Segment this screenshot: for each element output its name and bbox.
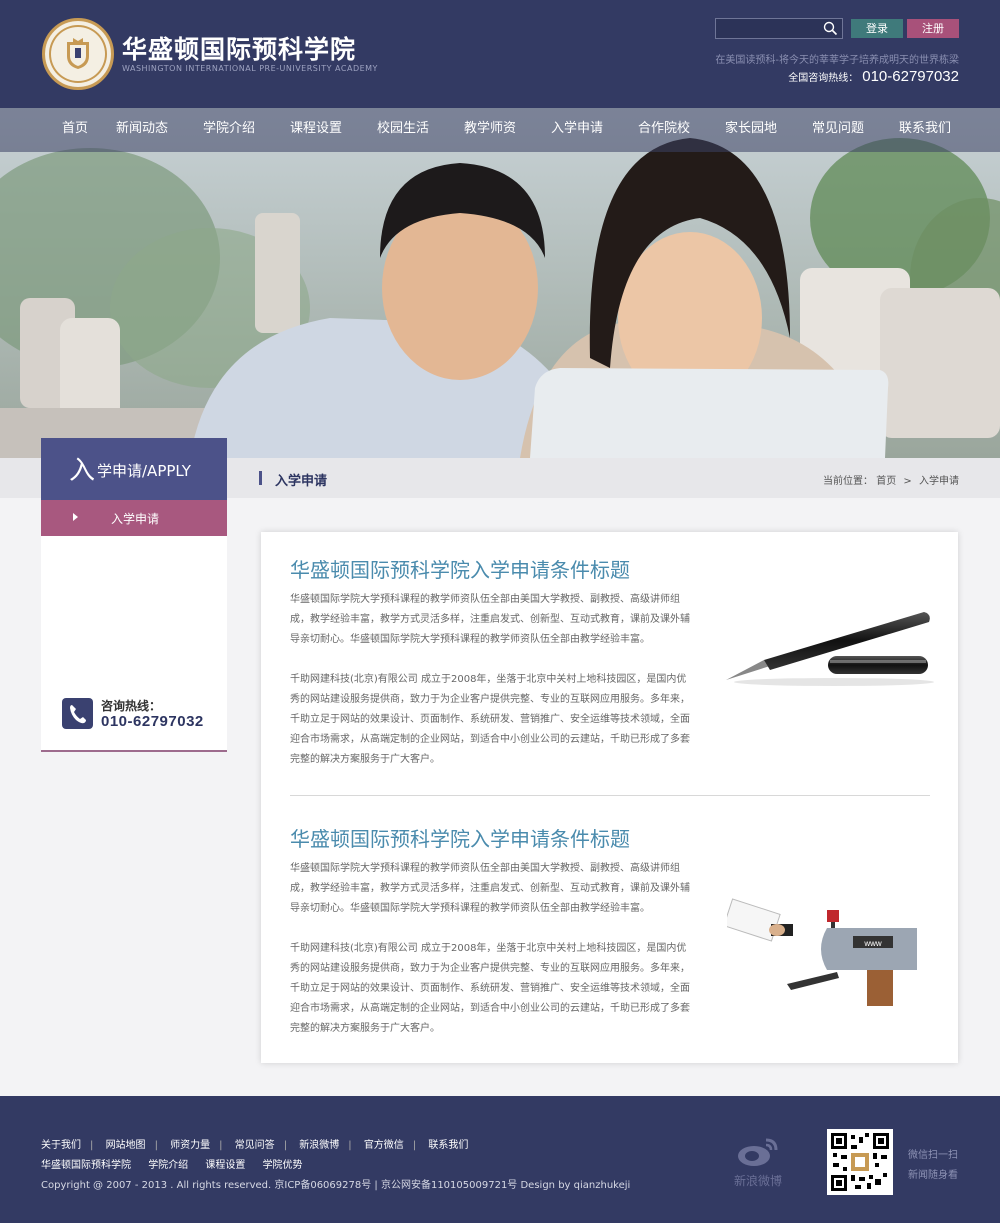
- breadcrumb: 当前位置： 首页 > 入学申请: [823, 472, 959, 487]
- sidebar-item-label: 入学申请: [111, 512, 160, 526]
- search-icon[interactable]: [823, 21, 838, 36]
- school-crest-icon[interactable]: [42, 18, 114, 90]
- sidebar: 入学申请 咨询热线： 010-62797032: [41, 500, 227, 752]
- arrow-right-icon: [73, 513, 78, 521]
- footer-link[interactable]: 联系我们: [428, 1136, 468, 1151]
- nav-item-news[interactable]: 新闻动态: [116, 108, 168, 152]
- svg-text:www: www: [863, 939, 882, 948]
- title-marker: [259, 471, 262, 485]
- nav-item-apply[interactable]: 入学申请: [551, 108, 603, 152]
- weibo-label: 新浪微博: [733, 1174, 782, 1188]
- login-button[interactable]: 登录: [851, 19, 903, 38]
- qr-code: [827, 1129, 893, 1195]
- footer-link[interactable]: 学院优势: [263, 1160, 303, 1171]
- footer-link[interactable]: 华盛顿国际预科学院: [41, 1160, 131, 1171]
- hotline: 全国咨询热线： 010-62797032: [788, 68, 959, 85]
- footer-link[interactable]: 师资力量: [170, 1136, 210, 1151]
- pen-image: [726, 612, 934, 686]
- school-name-en: WASHINGTON INTERNATIONAL PRE-UNIVERSITY …: [122, 64, 378, 73]
- hotline-number: 010-62797032: [862, 68, 959, 85]
- article-paragraph: 华盛顿国际学院大学预科课程的教学师资队伍全部由美国大学教授、副教授、高级讲师组成…: [290, 863, 690, 914]
- hero-banner: 首页 新闻动态 学院介绍 课程设置 校园生活 教学师资 入学申请 合作院校 家长…: [0, 108, 1000, 458]
- footer-links-secondary: 华盛顿国际预科学院 学院介绍 课程设置 学院优势: [41, 1156, 317, 1171]
- nav-item-courses[interactable]: 课程设置: [290, 108, 342, 152]
- school-name[interactable]: 华盛顿国际预科学院: [122, 30, 356, 66]
- qr-caption-line: 微信扫一扫: [908, 1150, 958, 1161]
- footer-link[interactable]: 学院介绍: [148, 1160, 188, 1171]
- sidebar-heading: 入 学申请/APPLY: [41, 438, 227, 500]
- footer-link[interactable]: 网站地图: [106, 1136, 146, 1151]
- footer-links: 关于我们 | 网站地图 | 师资力量 | 常见问答 | 新浪微博 | 官方微信 | 联系我们: [41, 1136, 468, 1151]
- sidebar-item-apply[interactable]: 入学申请: [41, 500, 227, 536]
- divider: [290, 795, 930, 796]
- copyright: Copyright @ 2007 - 2013 . All rights res…: [41, 1180, 631, 1191]
- footer-link[interactable]: 课程设置: [205, 1160, 245, 1171]
- breadcrumb-sep: >: [903, 476, 912, 487]
- sidebar-heading-big: 入: [69, 456, 96, 486]
- qr-caption-line: 新闻随身看: [908, 1170, 958, 1181]
- register-button[interactable]: 注册: [907, 19, 959, 38]
- nav-item-about[interactable]: 学院介绍: [203, 108, 255, 152]
- sidebar-heading-rest: 学申请/APPLY: [97, 462, 191, 480]
- nav-item-parents[interactable]: 家长园地: [725, 108, 777, 152]
- consult-label: 咨询热线：: [101, 699, 162, 713]
- slogan: 在美国读预科-将今天的莘莘学子培养成明天的世界栋梁: [715, 55, 959, 66]
- footer-link[interactable]: 常见问答: [235, 1136, 275, 1151]
- article-paragraph: 千助网建科技(北京)有限公司 成立于2008年，坐落于北京中关村上地科技园区，是…: [290, 943, 690, 1034]
- site-header: 华盛顿国际预科学院 WASHINGTON INTERNATIONAL PRE-U…: [0, 0, 1000, 108]
- site-footer: 关于我们 | 网站地图 | 师资力量 | 常见问答 | 新浪微博 | 官方微信 | 联系我们…: [0, 1096, 1000, 1223]
- footer-link[interactable]: 关于我们: [41, 1136, 81, 1151]
- weibo-link[interactable]: 新浪微博: [728, 1136, 788, 1192]
- page-title: 入学申请: [275, 474, 328, 489]
- nav-item-partners[interactable]: 合作院校: [638, 108, 690, 152]
- breadcrumb-prefix: 当前位置：: [823, 476, 874, 487]
- banner-photo: [0, 108, 1000, 458]
- article-title[interactable]: 华盛顿国际预科学院入学申请条件标题: [290, 554, 630, 583]
- weibo-icon: [738, 1138, 778, 1166]
- consult-number: 010-62797032: [101, 713, 204, 730]
- nav-item-campus[interactable]: 校园生活: [377, 108, 429, 152]
- breadcrumb-home[interactable]: 首页: [876, 476, 896, 487]
- hotline-label: 全国咨询热线：: [788, 73, 859, 84]
- breadcrumb-current[interactable]: 入学申请: [919, 476, 959, 487]
- main-nav: 首页 新闻动态 学院介绍 课程设置 校园生活 教学师资 入学申请 合作院校 家长…: [0, 108, 1000, 152]
- mailbox-image: www: [727, 898, 917, 1006]
- nav-item-faq[interactable]: 常见问题: [812, 108, 864, 152]
- breadcrumb-band: 入学申请 当前位置： 首页 > 入学申请: [227, 458, 1000, 498]
- article-paragraph: 千助网建科技(北京)有限公司 成立于2008年，坐落于北京中关村上地科技园区，是…: [290, 674, 690, 765]
- qr-caption: 微信扫一扫 新闻随身看: [908, 1146, 958, 1186]
- footer-link[interactable]: 官方微信: [364, 1136, 404, 1151]
- article-paragraph: 华盛顿国际学院大学预科课程的教学师资队伍全部由美国大学教授、副教授、高级讲师组成…: [290, 594, 690, 645]
- content-card: 华盛顿国际预科学院入学申请条件标题 华盛顿国际学院大学预科课程的教学师资队伍全部…: [261, 532, 958, 1063]
- band-left: [0, 458, 41, 498]
- footer-link[interactable]: 新浪微博: [299, 1136, 339, 1151]
- phone-icon: [62, 698, 93, 729]
- nav-item-contact[interactable]: 联系我们: [899, 108, 951, 152]
- search-input[interactable]: [715, 18, 843, 39]
- nav-item-home[interactable]: 首页: [62, 108, 88, 152]
- nav-item-faculty[interactable]: 教学师资: [464, 108, 516, 152]
- article-title[interactable]: 华盛顿国际预科学院入学申请条件标题: [290, 823, 630, 852]
